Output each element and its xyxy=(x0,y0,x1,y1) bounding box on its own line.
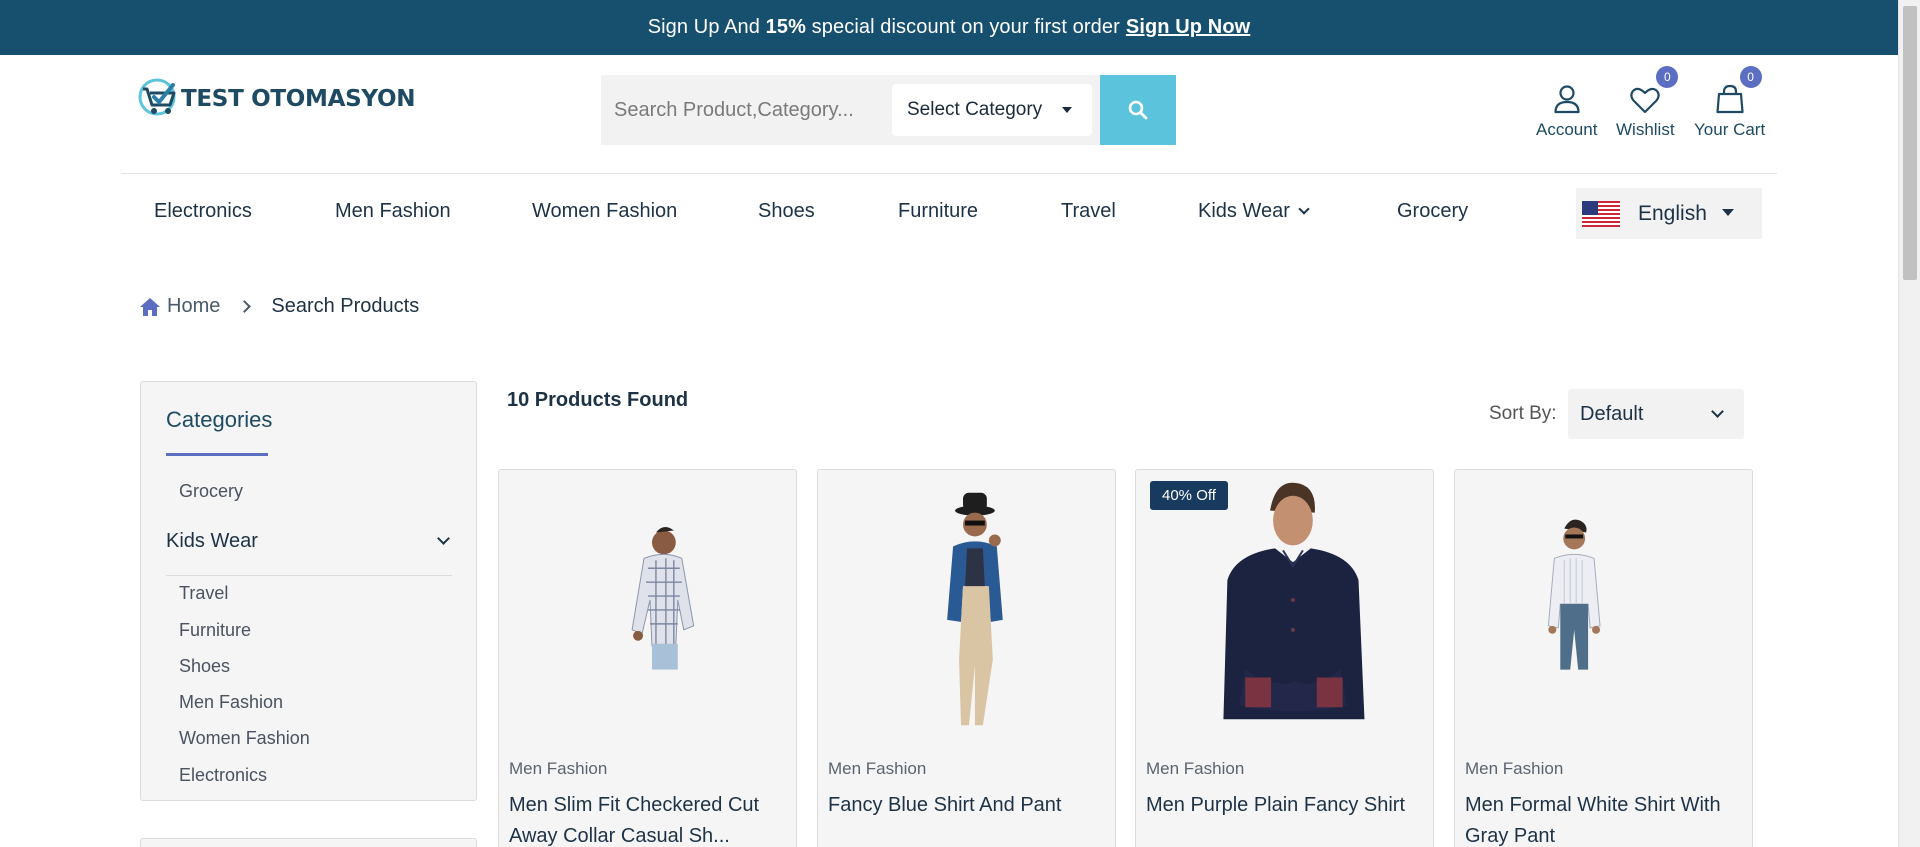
product-card[interactable]: 40% Off Men Fashion Men Purple Plain Fan… xyxy=(1135,469,1434,847)
page-scrollbar[interactable] xyxy=(1898,0,1920,847)
categories-panel: Categories Grocery Kids Wear Travel Furn… xyxy=(140,381,477,801)
user-icon xyxy=(1554,85,1580,114)
category-select[interactable]: Select Category xyxy=(892,84,1092,136)
sign-up-now-link[interactable]: Sign Up Now xyxy=(1126,16,1250,39)
nav-item-electronics[interactable]: Electronics xyxy=(154,200,252,223)
home-icon xyxy=(140,297,160,316)
heart-icon xyxy=(1630,87,1661,114)
category-item-electronics[interactable]: Electronics xyxy=(179,765,267,786)
filter-panel xyxy=(140,838,477,847)
category-item-furniture[interactable]: Furniture xyxy=(179,620,251,641)
wishlist-link[interactable]: 0 Wishlist xyxy=(1616,66,1679,140)
nav-item-furniture[interactable]: Furniture xyxy=(898,200,978,223)
products-found-count: 10 Products Found xyxy=(507,389,689,411)
nav-item-men-fashion[interactable]: Men Fashion xyxy=(335,200,451,223)
wishlist-label: Wishlist xyxy=(1616,120,1675,139)
product-name[interactable]: Men Slim Fit Checkered Cut Away Collar C… xyxy=(509,790,789,847)
chevron-down-icon[interactable] xyxy=(437,532,450,545)
product-image xyxy=(1547,519,1601,670)
nav-item-kids-wear[interactable]: Kids Wear xyxy=(1198,200,1310,223)
caret-down-icon xyxy=(1062,107,1072,113)
divider xyxy=(166,575,452,576)
cart-link[interactable]: 0 Your Cart xyxy=(1694,66,1766,140)
product-image xyxy=(947,492,1003,726)
product-name[interactable]: Fancy Blue Shirt And Pant xyxy=(828,790,1108,821)
breadcrumb-current: Search Products xyxy=(271,295,420,317)
language-select[interactable]: English xyxy=(1576,188,1762,239)
search-icon xyxy=(1128,100,1148,120)
chevron-down-icon xyxy=(1711,405,1724,418)
site-logo[interactable]: TEST OTOMASYON xyxy=(137,77,415,121)
nav-item-shoes[interactable]: Shoes xyxy=(758,200,815,223)
breadcrumb-home-label: Home xyxy=(167,295,221,317)
language-label: English xyxy=(1638,201,1707,225)
wishlist-count-badge: 0 xyxy=(1656,66,1679,88)
sort-select-value: Default xyxy=(1580,402,1644,425)
logo-text: TEST OTOMASYON xyxy=(181,86,416,112)
cart-check-logo-icon xyxy=(137,77,181,121)
nav-item-grocery[interactable]: Grocery xyxy=(1397,200,1468,223)
us-flag-icon xyxy=(1582,200,1620,227)
nav-item-travel[interactable]: Travel xyxy=(1061,200,1116,223)
search-button[interactable] xyxy=(1100,75,1176,145)
chevron-right-icon xyxy=(238,300,252,313)
promo-bar: Sign Up And 15% special discount on your… xyxy=(0,0,1898,55)
sort-select[interactable]: Default xyxy=(1568,389,1744,439)
account-link[interactable]: Account xyxy=(1536,76,1597,140)
header-divider xyxy=(121,173,1777,174)
chevron-down-icon xyxy=(1298,203,1310,215)
search-bar: Select Category xyxy=(601,75,1176,145)
categories-title: Categories xyxy=(166,407,273,432)
category-select-label: Select Category xyxy=(907,99,1043,120)
category-item-grocery[interactable]: Grocery xyxy=(179,481,243,502)
scrollbar-thumb[interactable] xyxy=(1903,6,1917,280)
caret-down-icon xyxy=(1722,209,1734,216)
category-item-travel[interactable]: Travel xyxy=(179,583,228,604)
breadcrumb-home[interactable]: Home xyxy=(139,295,220,318)
product-card[interactable]: Men Fashion Men Slim Fit Checkered Cut A… xyxy=(498,469,797,847)
product-category: Men Fashion xyxy=(509,759,608,778)
sort-by-label: Sort By: xyxy=(1489,403,1557,424)
product-category: Men Fashion xyxy=(1146,759,1245,778)
promo-text-after: special discount on your first order xyxy=(811,16,1120,38)
discount-badge: 40% Off xyxy=(1150,481,1228,510)
category-item-shoes[interactable]: Shoes xyxy=(179,656,230,677)
product-category: Men Fashion xyxy=(1465,759,1564,778)
product-card[interactable]: Men Fashion Men Formal White Shirt With … xyxy=(1454,469,1753,847)
cart-count-badge: 0 xyxy=(1739,66,1762,88)
breadcrumb: Home Search Products xyxy=(139,295,419,318)
product-name[interactable]: Men Formal White Shirt With Gray Pant xyxy=(1465,790,1745,847)
product-card[interactable]: Men Fashion Fancy Blue Shirt And Pant xyxy=(817,469,1116,847)
category-item-women-fashion[interactable]: Women Fashion xyxy=(179,728,310,749)
product-name[interactable]: Men Purple Plain Fancy Shirt xyxy=(1146,790,1426,821)
cart-label: Your Cart xyxy=(1694,120,1766,139)
product-image xyxy=(1223,482,1365,720)
product-image xyxy=(631,526,695,670)
shopping-bag-icon xyxy=(1715,84,1744,114)
search-input[interactable] xyxy=(601,98,891,122)
promo-text-before: Sign Up And xyxy=(647,16,760,38)
category-item-men-fashion[interactable]: Men Fashion xyxy=(179,692,283,713)
nav-item-kids-wear-label: Kids Wear xyxy=(1198,200,1290,222)
promo-discount: 15% xyxy=(765,16,806,38)
account-label: Account xyxy=(1536,120,1598,139)
nav-item-women-fashion[interactable]: Women Fashion xyxy=(532,200,677,223)
title-underline xyxy=(166,453,268,456)
product-category: Men Fashion xyxy=(828,759,927,778)
category-item-kids-wear[interactable]: Kids Wear xyxy=(166,530,258,553)
